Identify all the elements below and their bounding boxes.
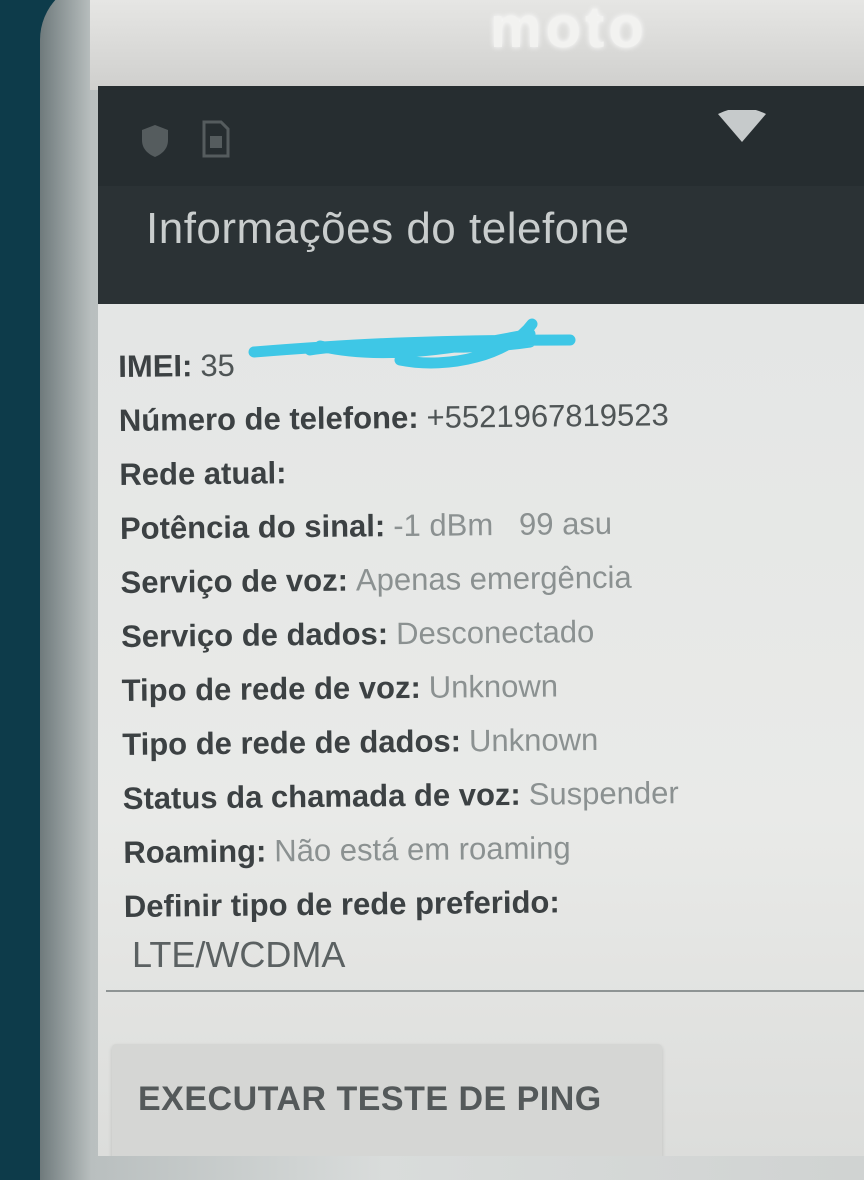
info-key: Tipo de rede de dados: — [122, 723, 461, 762]
sim-card-icon — [202, 120, 230, 158]
info-value: Desconectado — [396, 614, 595, 651]
info-row-current-network: Rede atual: — [119, 440, 856, 502]
screen: Informações do telefone IMEI:35 Número d… — [98, 86, 864, 1156]
ping-button-label: EXECUTAR TESTE DE PING — [138, 1080, 602, 1119]
info-row-voice-call-status: Status da chamada de voz:Suspender — [123, 764, 860, 826]
preferred-network-select[interactable]: LTE/WCDMA — [106, 924, 864, 992]
info-value: Unknown — [469, 722, 599, 758]
info-row-data-service: Serviço de dados:Desconectado — [121, 602, 858, 664]
info-key: Serviço de dados: — [121, 616, 388, 654]
info-key: Definir tipo de rede preferido: — [124, 884, 560, 924]
info-value: Não está em roaming — [274, 830, 571, 868]
info-key: Número de telefone: — [119, 400, 419, 438]
info-list: IMEI:35 Número de telefone:+552196781952… — [118, 332, 860, 934]
info-row-data-network-type: Tipo de rede de dados:Unknown — [122, 710, 859, 772]
run-ping-test-button[interactable]: EXECUTAR TESTE DE PING — [112, 1044, 662, 1156]
info-value: Unknown — [429, 668, 559, 704]
info-value: +5521967819523 — [426, 397, 669, 435]
preferred-network-value: LTE/WCDMA — [132, 934, 345, 976]
brand-logo: moto — [490, 0, 648, 61]
content-area: IMEI:35 Número de telefone:+552196781952… — [98, 304, 864, 1156]
info-key: Status da chamada de voz: — [123, 777, 521, 816]
status-bar — [98, 86, 864, 186]
info-row-voice-network-type: Tipo de rede de voz:Unknown — [121, 656, 858, 718]
phone-top-bezel — [90, 0, 864, 90]
info-key: Tipo de rede de voz: — [121, 670, 421, 708]
info-key: Potência do sinal: — [120, 508, 386, 546]
info-row-signal-strength: Potência do sinal:-1 dBm 99 asu — [120, 494, 857, 556]
info-row-voice-service: Serviço de voz:Apenas emergência — [120, 548, 857, 610]
info-key: Rede atual: — [119, 455, 286, 492]
info-value: Apenas emergência — [356, 560, 632, 598]
page-title: Informações do telefone — [146, 204, 630, 254]
info-value: Suspender — [529, 775, 679, 812]
info-key: Roaming: — [123, 833, 266, 869]
info-row-roaming: Roaming:Não está em roaming — [123, 818, 860, 880]
redaction-scribble — [150, 310, 590, 390]
info-value: -1 dBm 99 asu — [393, 506, 612, 543]
shield-icon — [140, 124, 170, 158]
info-key: Serviço de voz: — [120, 563, 348, 600]
info-row-phone-number: Número de telefone:+5521967819523 — [119, 386, 856, 448]
wifi-icon — [716, 110, 768, 144]
